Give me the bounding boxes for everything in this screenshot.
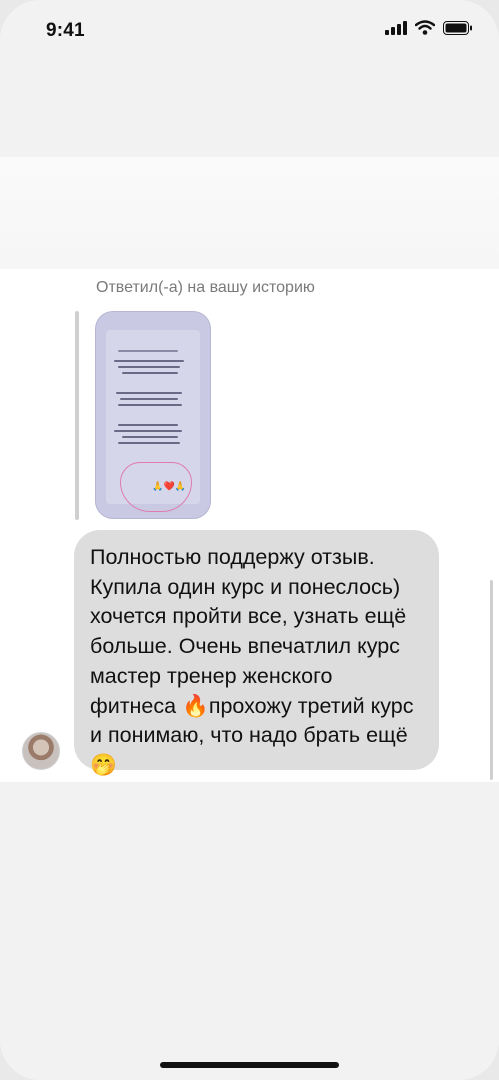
- message-text: Полностью поддержу отзыв. Купила один ку…: [90, 545, 420, 777]
- story-thumbnail[interactable]: 🙏❤️🙏: [95, 311, 211, 519]
- message-bubble[interactable]: Полностью поддержу отзыв. Купила один ку…: [74, 530, 439, 777]
- chat-screen: 9:41 Ответил(-а) на вашу историю 🙏❤️🙏 По…: [0, 0, 499, 1080]
- status-time: 9:41: [46, 20, 85, 41]
- scrollbar[interactable]: [490, 580, 493, 780]
- reply-indicator-bar: [75, 311, 79, 520]
- signal-icon: [385, 20, 407, 35]
- reply-caption: Ответил(-а) на вашу историю: [96, 279, 315, 296]
- battery-icon: [443, 20, 472, 35]
- status-icons: [385, 20, 473, 35]
- wifi-icon: [415, 20, 435, 35]
- home-indicator[interactable]: [160, 1062, 339, 1068]
- story-thumbnail-icon: 🙏❤️🙏: [106, 330, 200, 512]
- avatar[interactable]: [22, 732, 60, 770]
- top-fade: [0, 157, 499, 269]
- status-bar: 9:41: [0, 0, 499, 60]
